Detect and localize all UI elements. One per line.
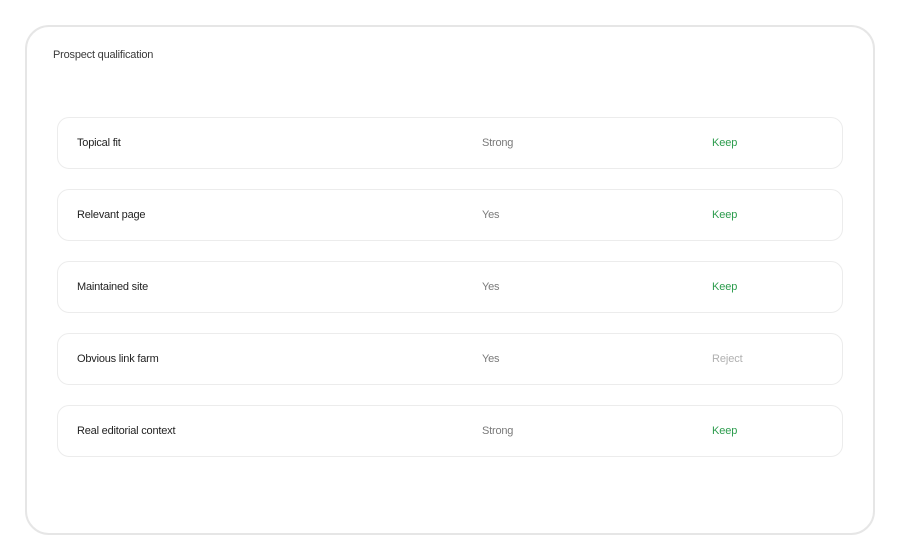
decision-badge: Reject	[712, 353, 743, 365]
prospect-qualification-card: Prospect qualification Topical fit Stron…	[25, 25, 875, 535]
criteria-value: Yes	[482, 209, 500, 221]
criteria-value: Yes	[482, 353, 500, 365]
criteria-label: Topical fit	[77, 137, 121, 149]
decision-badge: Keep	[712, 209, 738, 221]
criteria-label: Obvious link farm	[77, 353, 159, 365]
criteria-row-relevant-page: Relevant page Yes Keep	[57, 189, 843, 241]
decision-badge: Keep	[712, 425, 738, 437]
criteria-value: Strong	[482, 425, 514, 437]
criteria-value: Strong	[482, 137, 514, 149]
decision-badge: Keep	[712, 137, 738, 149]
criteria-label: Maintained site	[77, 281, 148, 293]
criteria-list: Topical fit Strong Keep Relevant page Ye…	[57, 117, 843, 477]
criteria-label: Real editorial context	[77, 425, 176, 437]
criteria-row-obvious-link-farm: Obvious link farm Yes Reject	[57, 333, 843, 385]
criteria-value: Yes	[482, 281, 500, 293]
criteria-label: Relevant page	[77, 209, 146, 221]
decision-badge: Keep	[712, 281, 738, 293]
card-title: Prospect qualification	[53, 49, 154, 61]
criteria-row-maintained-site: Maintained site Yes Keep	[57, 261, 843, 313]
criteria-row-topical-fit: Topical fit Strong Keep	[57, 117, 843, 169]
criteria-row-real-editorial-context: Real editorial context Strong Keep	[57, 405, 843, 457]
